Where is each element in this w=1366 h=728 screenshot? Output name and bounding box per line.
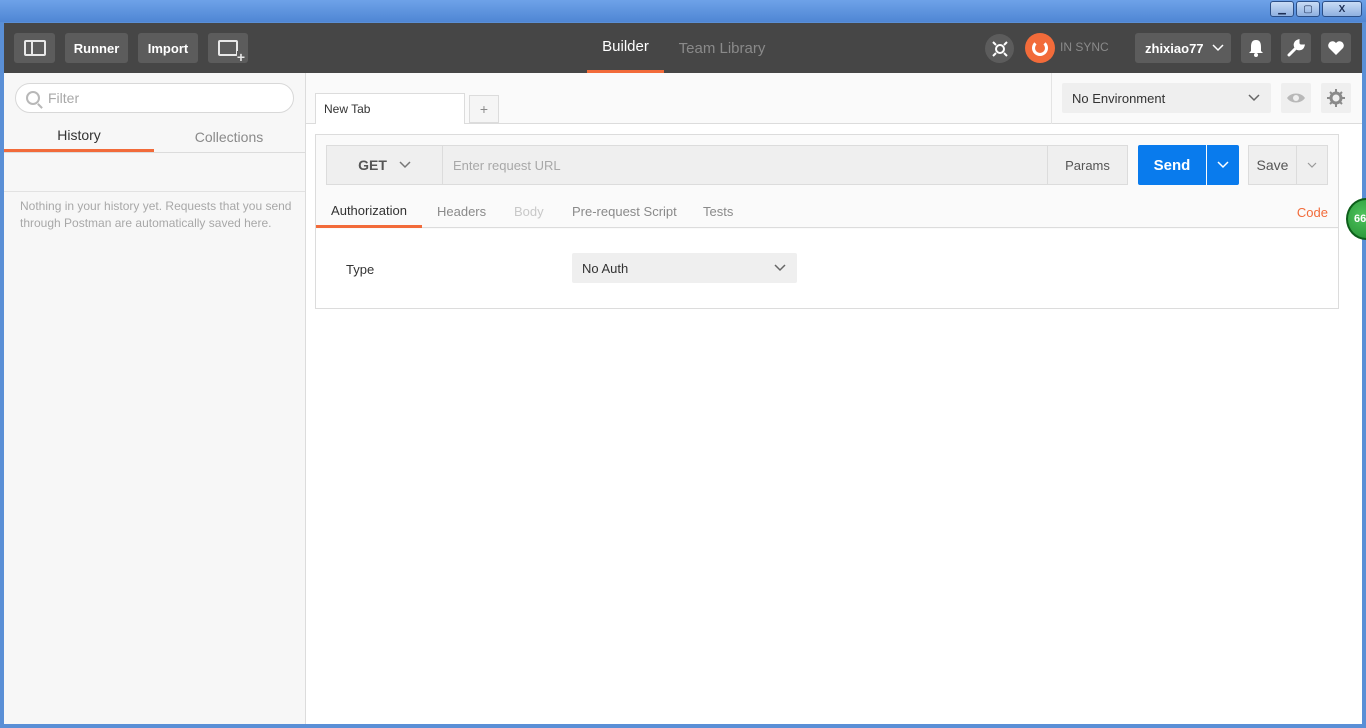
wrench-icon [1287,39,1305,57]
maximize-button[interactable]: ▢ [1296,1,1320,17]
chevron-down-icon [1212,44,1224,52]
chevron-down-icon [1248,94,1260,102]
url-bar: GET Params [326,145,1128,185]
chevron-down-icon [774,264,786,272]
heart-icon [1328,41,1344,55]
save-button[interactable]: Save [1248,145,1297,185]
notifications-button[interactable] [1241,33,1271,63]
url-input[interactable] [443,146,1047,184]
request-tab-bar: New Tab + No Environment [306,73,1362,124]
username-label: zhixiao77 [1145,40,1204,56]
runner-button[interactable]: Runner [65,33,128,63]
sidebar: History Collections Nothing in your hist… [4,73,306,724]
manage-environments-button[interactable] [1321,83,1351,113]
method-value: GET [358,157,387,173]
history-empty-message: Nothing in your history yet. Requests th… [20,199,292,230]
gear-icon [1327,89,1345,107]
chevron-down-icon [1307,162,1317,168]
tab-builder[interactable]: Builder [587,23,664,73]
chevron-down-icon [1217,161,1229,169]
tab-tests[interactable]: Tests [703,195,733,228]
sync-ring [1032,40,1048,56]
sync-icon[interactable] [1025,33,1055,63]
request-tab[interactable]: New Tab [315,93,465,124]
params-button[interactable]: Params [1047,146,1127,184]
auth-type-select[interactable]: No Auth [572,253,797,283]
badge-count: 66 [1354,213,1366,225]
environment-select[interactable]: No Environment [1062,83,1271,113]
eye-icon [1287,93,1305,103]
request-builder-panel: GET Params Send Save [315,134,1339,309]
user-menu-button[interactable]: zhixiao77 [1135,33,1231,63]
sidebar-tabs: History Collections [4,121,305,153]
auth-type-label: Type [346,262,375,277]
tab-history[interactable]: History [4,121,154,152]
main-area: New Tab + No Environment GET Enter reque… [306,73,1362,724]
postman-app: Runner Import Builder Team Library IN SY… [4,23,1362,724]
minimize-button[interactable]: ▁ [1270,1,1294,17]
sidebar-icon [23,40,46,56]
new-window-button[interactable] [208,33,248,63]
tab-authorization[interactable]: Authorization [316,195,422,228]
authorization-panel: Type No Auth [316,229,1338,308]
generate-code-link[interactable]: Code [1297,205,1328,220]
environment-value: No Environment [1072,90,1166,106]
save-dropdown-button[interactable] [1297,145,1328,185]
tab-body: Body [514,204,544,219]
send-button[interactable]: Send [1138,145,1206,185]
window-titlebar: ▁ ▢ X [0,0,1366,22]
interceptor-icon [991,40,1008,57]
bell-icon [1249,40,1263,57]
chevron-down-icon [399,161,411,169]
history-divider [4,191,305,192]
close-button[interactable]: X [1322,1,1362,17]
filter-input[interactable] [48,90,268,106]
settings-button[interactable] [1281,33,1311,63]
tab-pre-request-script[interactable]: Pre-request Script [572,195,677,228]
interceptor-button[interactable] [985,34,1014,63]
window-frame-right [1362,22,1366,728]
tab-collections[interactable]: Collections [154,121,304,152]
method-select[interactable]: GET [327,146,443,184]
environment-bar: No Environment [1051,73,1362,124]
request-subtabs: Authorization Headers Body Pre-request S… [316,195,1338,228]
auth-type-value: No Auth [582,260,629,276]
import-button[interactable]: Import [138,33,198,63]
sidebar-toggle-button[interactable] [14,33,55,63]
environment-quick-look-button[interactable] [1281,83,1311,113]
sync-status: IN SYNC [1060,40,1109,54]
window-frame-bottom [0,724,1366,728]
tab-headers[interactable]: Headers [437,195,486,228]
new-window-icon [218,40,245,63]
search-icon [26,91,40,105]
add-tab-button[interactable]: + [469,95,499,123]
tab-team-library[interactable]: Team Library [674,23,770,73]
send-dropdown-button[interactable] [1207,145,1239,185]
window-controls: ▁ ▢ X [1270,1,1362,17]
app-header: Runner Import Builder Team Library IN SY… [4,23,1362,73]
favorites-button[interactable] [1321,33,1351,63]
filter-box[interactable] [15,83,294,113]
